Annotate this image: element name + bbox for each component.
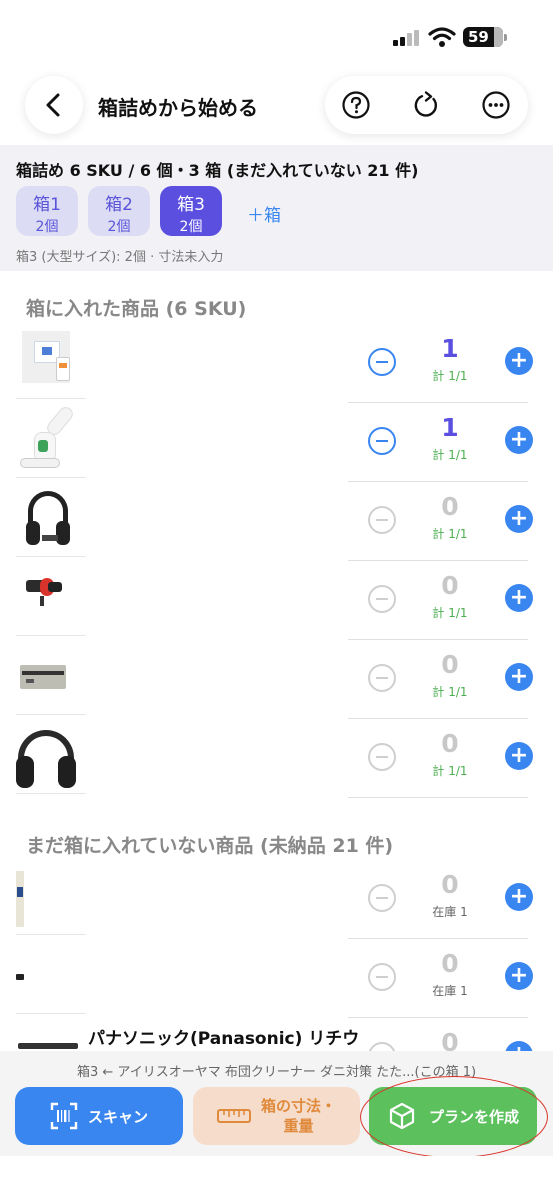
unpacked-section-title: まだ箱に入れていない商品 (未納品 21 件) xyxy=(26,835,394,857)
quantity: 0 xyxy=(441,492,459,521)
packed-item-row: 0 計 1/1 + xyxy=(0,719,553,798)
box-chip-2[interactable]: 箱2 2個 xyxy=(88,186,150,236)
quantity-total: 計 1/1 xyxy=(432,527,468,541)
increase-button[interactable]: + xyxy=(505,663,533,691)
wifi-icon xyxy=(428,27,456,47)
stock-count: 在庫 1 xyxy=(432,984,468,998)
battery-level: 59 xyxy=(468,28,489,46)
barcode-scan-icon xyxy=(50,1102,78,1130)
help-icon[interactable] xyxy=(341,90,371,120)
increase-button[interactable]: + xyxy=(505,347,533,375)
increase-button[interactable]: + xyxy=(505,962,533,990)
refresh-icon[interactable] xyxy=(411,90,441,120)
product-image xyxy=(16,327,86,399)
box-chip-name: 箱2 xyxy=(105,195,133,215)
quantity-total: 計 1/1 xyxy=(432,369,468,383)
quantity-total: 計 1/1 xyxy=(432,606,468,620)
packed-item-row: 1 計 1/1 + xyxy=(0,324,553,403)
box-chip-name: 箱1 xyxy=(33,195,61,215)
add-box-button[interactable]: ＋箱 xyxy=(247,201,281,226)
increase-button[interactable]: + xyxy=(505,883,533,911)
product-image xyxy=(16,485,86,557)
unpacked-item-row: 0 在庫 1 + xyxy=(0,860,553,939)
quantity-total: 計 1/1 xyxy=(432,764,468,778)
ruler-icon xyxy=(216,1109,251,1123)
product-image xyxy=(16,722,86,794)
packed-item-row: 1 計 1/1 + xyxy=(0,403,553,482)
box-dimensions-button[interactable]: 箱の寸法・ 重量 xyxy=(193,1087,360,1145)
back-button[interactable] xyxy=(25,76,83,134)
highlight-annotation xyxy=(360,1076,548,1158)
decrease-button[interactable] xyxy=(368,743,396,771)
product-image xyxy=(16,643,86,715)
box-chip-count: 2個 xyxy=(35,219,59,235)
packed-item-row: 0 計 1/1 + xyxy=(0,482,553,561)
decrease-button[interactable] xyxy=(368,963,396,991)
product-name: パナソニック(Panasonic) リチウ xyxy=(88,1029,360,1049)
home-indicator-area xyxy=(0,1156,553,1200)
quantity-total: 計 1/1 xyxy=(432,448,468,462)
summary-text: 箱詰め 6 SKU / 6 個・3 箱 (まだ入れていない 21 件) xyxy=(16,161,419,180)
decrease-button[interactable] xyxy=(368,506,396,534)
increase-button[interactable]: + xyxy=(505,426,533,454)
decrease-button[interactable] xyxy=(368,664,396,692)
header: 箱詰めから始める xyxy=(0,70,553,145)
decrease-button[interactable] xyxy=(368,884,396,912)
battery-icon: 59 xyxy=(463,27,507,47)
product-image xyxy=(16,406,86,478)
packing-summary: 箱詰め 6 SKU / 6 個・3 箱 (まだ入れていない 21 件) 箱1 2… xyxy=(0,145,553,271)
scan-button-label: スキャン xyxy=(87,1107,148,1126)
packed-item-row: 0 計 1/1 + xyxy=(0,640,553,719)
box-chip-3[interactable]: 箱3 2個 xyxy=(160,186,222,236)
row-divider xyxy=(348,797,528,798)
header-actions xyxy=(325,76,528,134)
decrease-button[interactable] xyxy=(368,348,396,376)
decrease-button[interactable] xyxy=(368,427,396,455)
quantity: 0 xyxy=(441,729,459,758)
decrease-button[interactable] xyxy=(368,585,396,613)
unpacked-item-row: 0 在庫 1 + xyxy=(0,939,553,1018)
increase-button[interactable]: + xyxy=(505,584,533,612)
box-dimensions-label-line2: 重量 xyxy=(283,1117,314,1135)
cellular-signal-icon xyxy=(393,30,421,46)
box-chip-count: 2個 xyxy=(107,219,131,235)
increase-button[interactable]: + xyxy=(505,742,533,770)
quantity-total: 計 1/1 xyxy=(432,685,468,699)
product-image xyxy=(16,564,86,636)
packed-section-title: 箱に入れた商品 (6 SKU) xyxy=(26,298,247,320)
box-chip-1[interactable]: 箱1 2個 xyxy=(16,186,78,236)
quantity: 1 xyxy=(441,413,459,442)
box-chip-name: 箱3 xyxy=(177,195,205,215)
more-icon[interactable] xyxy=(481,90,511,120)
scan-button[interactable]: スキャン xyxy=(15,1087,183,1145)
product-image xyxy=(16,863,86,935)
product-image xyxy=(16,942,86,1014)
box-dimensions-label-line1: 箱の寸法・ xyxy=(260,1097,336,1115)
stock-count: 在庫 1 xyxy=(432,905,468,919)
quantity: 0 xyxy=(441,650,459,679)
quantity: 0 xyxy=(441,571,459,600)
box-info: 箱3 (大型サイズ): 2個 · 寸法未入力 xyxy=(16,250,224,265)
chevron-left-icon xyxy=(46,93,60,117)
increase-button[interactable]: + xyxy=(505,505,533,533)
quantity: 0 xyxy=(441,870,459,899)
box-chip-count: 2個 xyxy=(179,219,203,235)
quantity: 1 xyxy=(441,334,459,363)
status-bar: 59 xyxy=(0,0,553,70)
quantity: 0 xyxy=(441,949,459,978)
page-title: 箱詰めから始める xyxy=(98,96,258,120)
packed-item-row: 0 計 1/1 + xyxy=(0,561,553,640)
